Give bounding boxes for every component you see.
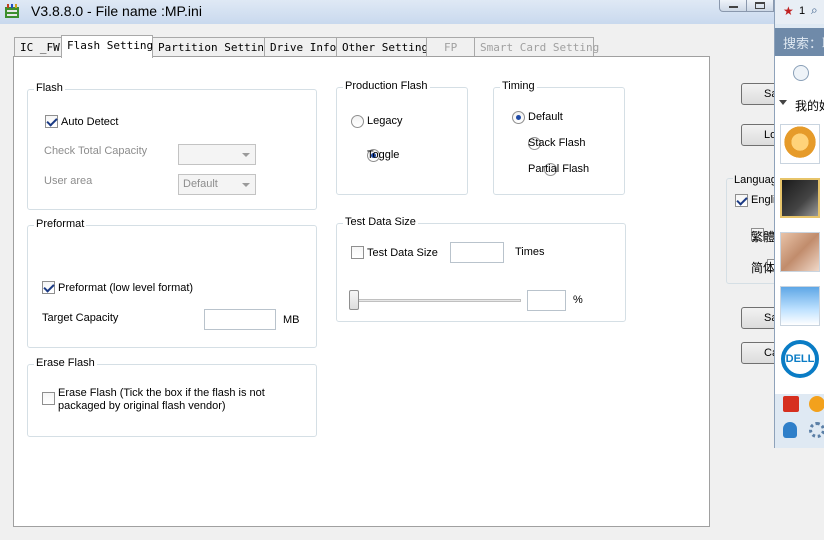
partial-flash-label: Partial Flash: [528, 163, 590, 175]
test-data-size-checkbox[interactable]: [351, 246, 364, 259]
production-flash-title: Production Flash: [343, 80, 430, 92]
production-flash-group: Production Flash Legacy Toggle: [336, 80, 468, 195]
erase-flash-group: Erase Flash Erase Flash (Tick the box if…: [27, 357, 317, 437]
stack-flash-label: Stack Flash: [528, 137, 586, 149]
tab-smart-card-setting[interactable]: Smart Card Setting: [474, 37, 599, 57]
preformat-title: Preformat: [34, 218, 87, 230]
test-data-slider-handle[interactable]: [349, 290, 359, 310]
user-area-value: Default: [183, 178, 218, 190]
qq-penguin-icon[interactable]: [783, 422, 797, 438]
test-data-times-input[interactable]: [450, 242, 504, 263]
maximize-button[interactable]: [747, 0, 774, 12]
timing-title: Timing: [500, 80, 537, 92]
maximize-icon: [755, 2, 765, 9]
flash-setting-panel: Flash Auto Detect Check Total Capacity U…: [13, 56, 710, 527]
qq-search-input[interactable]: 搜索：联: [775, 28, 824, 56]
window-title: V3.8.8.0 - File name :MP.ini: [31, 3, 202, 19]
minimize-button[interactable]: [719, 0, 747, 12]
lang-traditional-label: 繁體: [751, 230, 776, 244]
tab-fp[interactable]: FP: [426, 37, 475, 57]
erase-flash-label-line1: Erase Flash (Tick the box if the flash i…: [58, 387, 265, 399]
contact-avatar-3[interactable]: [780, 232, 820, 272]
preformat-group: Preformat Preformat (low level format) T…: [27, 218, 317, 348]
preformat-checkbox[interactable]: [42, 281, 55, 294]
chevron-down-icon: [242, 153, 250, 157]
times-label: Times: [515, 246, 545, 258]
legacy-label: Legacy: [367, 115, 403, 127]
test-data-slider-track[interactable]: [351, 299, 521, 302]
target-capacity-unit: MB: [283, 314, 300, 326]
dell-logo-icon[interactable]: DELL: [781, 340, 819, 378]
preformat-label: Preformat (low level format): [58, 282, 194, 294]
tab-ic-fw[interactable]: IC _FW: [14, 37, 62, 57]
contact-avatar-2[interactable]: [780, 178, 820, 218]
app-icon: [4, 3, 20, 19]
qq-star-icon: ★: [783, 4, 794, 18]
target-capacity-input[interactable]: [204, 309, 276, 330]
auto-detect-checkbox[interactable]: [45, 115, 58, 128]
erase-flash-checkbox[interactable]: [42, 392, 55, 405]
test-data-size-title: Test Data Size: [343, 216, 418, 228]
auto-detect-label: Auto Detect: [61, 116, 119, 128]
toggle-label: Toggle: [367, 149, 400, 161]
user-area-select[interactable]: Default: [178, 174, 256, 195]
qq-search-icon[interactable]: ⌕: [811, 3, 818, 18]
legacy-radio[interactable]: [351, 115, 364, 128]
test-data-size-group: Test Data Size Test Data Size Times %: [336, 216, 626, 322]
tab-other-setting[interactable]: Other Setting: [336, 37, 428, 57]
app-shortcut-icon-orange[interactable]: [809, 396, 824, 412]
app-shortcut-icon-red[interactable]: [783, 396, 799, 412]
lang-english-checkbox[interactable]: [735, 194, 748, 207]
qq-panel: ★ 1 ⌕ 搜索：联 我的好 DELL: [774, 0, 824, 448]
check-total-capacity-label: Check Total Capacity: [44, 145, 148, 157]
erase-flash-title: Erase Flash: [34, 357, 97, 369]
target-capacity-label: Target Capacity: [42, 312, 119, 324]
test-data-percent-input[interactable]: [527, 290, 566, 311]
user-area-label: User area: [44, 175, 93, 187]
flash-group: Flash Auto Detect Check Total Capacity U…: [27, 82, 317, 210]
qq-group-label[interactable]: 我的好: [795, 97, 824, 114]
qq-badge: 1: [799, 5, 806, 17]
timing-group: Timing Default Stack Flash Partial Flash: [493, 80, 625, 195]
flash-group-title: Flash: [34, 82, 65, 94]
tab-drive-info[interactable]: Drive Info: [264, 37, 337, 57]
qq-user-icon[interactable]: [793, 65, 809, 81]
percent-label: %: [573, 294, 583, 306]
contact-avatar-1[interactable]: [780, 124, 820, 164]
chevron-down-icon: [242, 183, 250, 187]
erase-flash-label-line2: packaged by original flash vendor): [58, 400, 226, 412]
default-timing-label: Default: [528, 111, 563, 123]
check-total-capacity-select[interactable]: [178, 144, 256, 165]
lang-simplified-label: 简体: [751, 261, 776, 275]
lang-english-label: Engli: [751, 194, 776, 206]
tab-flash-setting[interactable]: Flash Setting: [61, 35, 153, 58]
minimize-icon: [729, 6, 738, 8]
test-data-size-label: Test Data Size: [367, 247, 438, 259]
contact-avatar-4[interactable]: [780, 286, 820, 326]
qq-group-chevron-icon[interactable]: [779, 100, 787, 105]
default-timing-radio[interactable]: [512, 111, 525, 124]
settings-gear-icon[interactable]: [809, 422, 824, 438]
language-title: Languag: [733, 174, 778, 186]
tab-partition-setting[interactable]: Partition Setting: [152, 37, 271, 57]
